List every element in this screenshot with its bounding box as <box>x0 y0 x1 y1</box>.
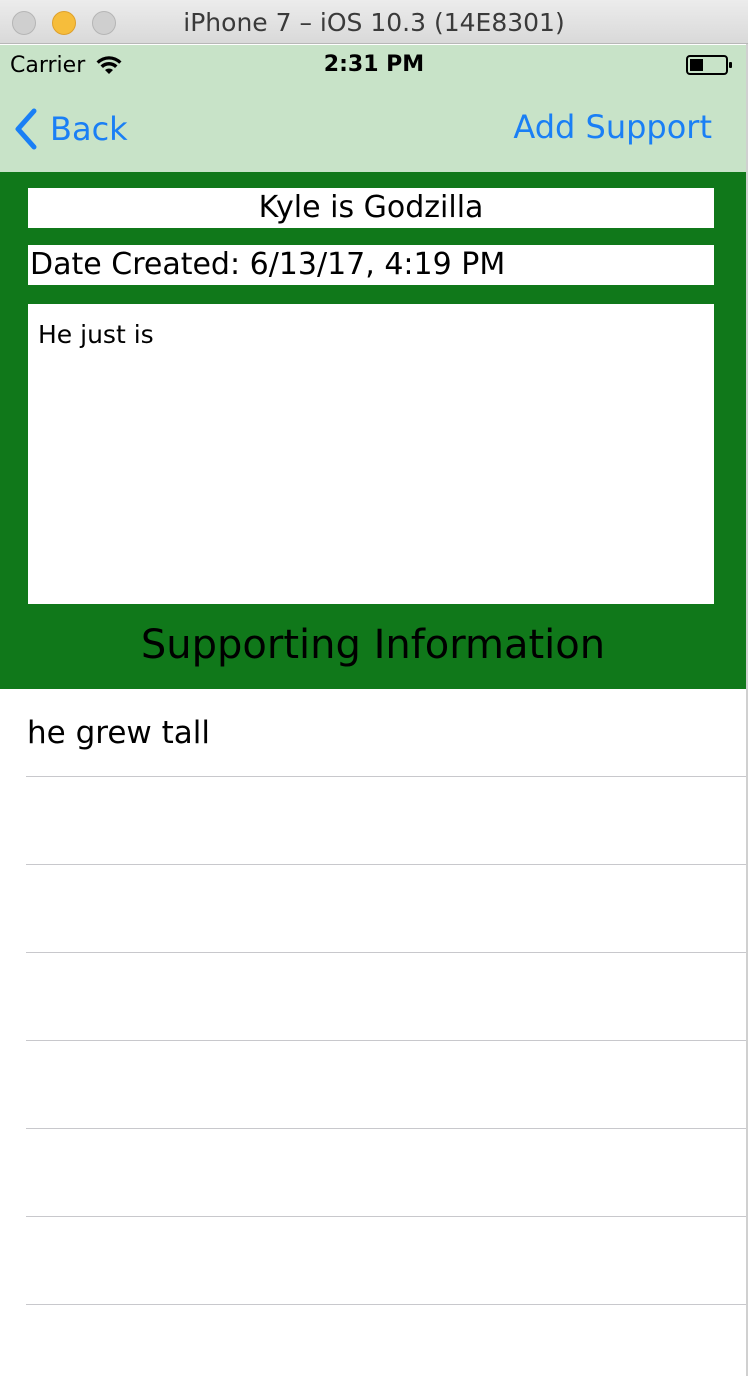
chevron-left-icon <box>15 108 37 150</box>
table-row[interactable] <box>0 865 746 953</box>
add-support-button[interactable]: Add Support <box>513 108 712 146</box>
status-clock: 2:31 PM <box>323 52 425 77</box>
row-label: he grew tall <box>27 715 210 751</box>
table-row[interactable] <box>0 777 746 865</box>
simulator-title-bar: iPhone 7 – iOS 10.3 (14E8301) <box>0 0 748 44</box>
claim-title: Kyle is Godzilla <box>28 188 714 228</box>
table-row[interactable] <box>0 1129 746 1217</box>
supporting-info-table[interactable]: he grew tall <box>0 689 746 1305</box>
table-row[interactable] <box>0 953 746 1041</box>
table-row[interactable]: he grew tall <box>0 689 746 777</box>
back-label: Back <box>50 110 128 148</box>
description-textview[interactable]: He just is <box>28 304 714 604</box>
date-created-label: Date Created: 6/13/17, 4:19 PM <box>28 245 714 285</box>
table-row[interactable] <box>0 1041 746 1129</box>
supporting-information-heading: Supporting Information <box>140 622 606 668</box>
claim-header: Kyle is Godzilla Date Created: 6/13/17, … <box>0 172 746 689</box>
window-title: iPhone 7 – iOS 10.3 (14E8301) <box>183 8 565 37</box>
navigation-bar: Carrier 2:31 PM Back Add Support <box>0 45 748 172</box>
table-row[interactable] <box>0 1217 746 1305</box>
battery-icon <box>686 55 732 75</box>
back-button[interactable]: Back <box>12 105 128 153</box>
